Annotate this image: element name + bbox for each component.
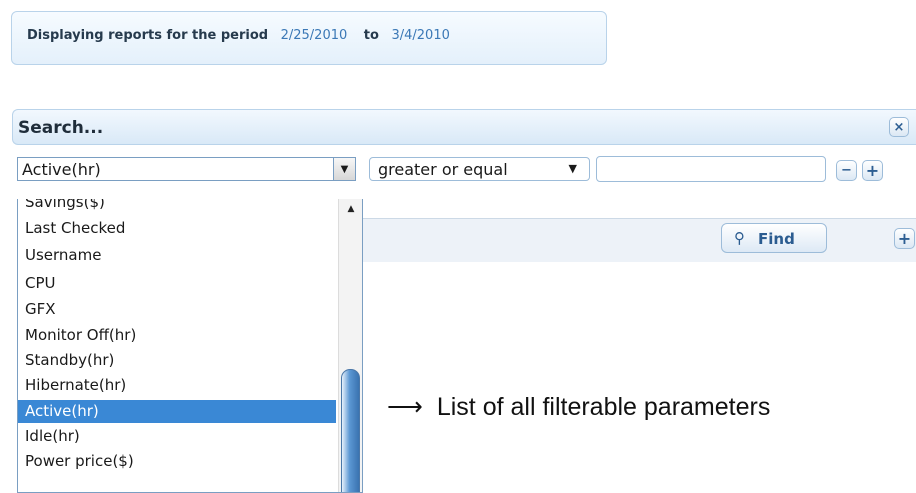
search-icon: ⚲	[734, 229, 745, 247]
plus-icon: +	[865, 160, 880, 180]
plus-icon: +	[897, 228, 912, 248]
dropdown-option[interactable]: Power price($)	[18, 450, 336, 473]
search-panel-header: Search... ×	[12, 109, 916, 145]
close-icon: ×	[893, 119, 905, 135]
add-filter-button[interactable]: +	[862, 160, 883, 181]
chevron-down-icon[interactable]: ▼	[333, 158, 355, 180]
callout-text: List of all filterable parameters	[436, 393, 771, 421]
dropdown-option[interactable]: Idle(hr)	[18, 425, 336, 448]
dropdown-option-selected[interactable]: Active(hr)	[18, 400, 336, 423]
period-end-date: 3/4/2010	[391, 28, 450, 43]
find-button-label: Find	[758, 230, 795, 248]
dropdown-option[interactable]: Monitor Off(hr)	[18, 324, 336, 347]
period-row: Displaying reports for the period 2/25/2…	[27, 28, 462, 43]
arrow-right-icon: ⟶	[387, 393, 423, 421]
dropdown-scrollbar[interactable]: ▲	[338, 199, 362, 492]
filter-value-input[interactable]	[596, 156, 826, 182]
chevron-down-icon: ▼	[568, 162, 577, 175]
filter-row: Active(hr) ▼ greater or equal ▼ − +	[0, 147, 916, 197]
find-button[interactable]: ⚲ Find	[721, 223, 827, 253]
dropdown-option[interactable]: Username	[18, 244, 336, 267]
find-bar: ⚲ Find +	[360, 218, 916, 262]
minus-icon: −	[841, 163, 852, 178]
add-group-button[interactable]: +	[894, 228, 915, 249]
field-select[interactable]: Active(hr) ▼	[17, 157, 356, 181]
dropdown-option[interactable]: GFX	[18, 298, 336, 321]
period-connector: to	[363, 28, 379, 43]
field-dropdown-list[interactable]: Savings($) Last Checked Username CPU GFX…	[17, 199, 363, 493]
dropdown-option[interactable]: Savings($)	[18, 199, 336, 214]
search-title: Search...	[18, 118, 104, 138]
scroll-thumb[interactable]	[341, 369, 360, 492]
period-banner: Displaying reports for the period 2/25/2…	[11, 11, 607, 65]
dropdown-option[interactable]: Hibernate(hr)	[18, 374, 336, 397]
field-select-value: Active(hr)	[22, 160, 101, 179]
period-prefix: Displaying reports for the period	[27, 28, 269, 43]
close-search-button[interactable]: ×	[889, 117, 909, 137]
dropdown-option[interactable]: Standby(hr)	[18, 349, 336, 372]
scroll-up-icon[interactable]: ▲	[339, 199, 362, 219]
remove-filter-button[interactable]: −	[836, 160, 857, 181]
operator-select[interactable]: greater or equal ▼	[369, 157, 590, 181]
callout-annotation: ⟶ List of all filterable parameters	[387, 392, 770, 422]
dropdown-option[interactable]: Last Checked	[18, 217, 336, 240]
operator-select-value: greater or equal	[378, 160, 508, 179]
dropdown-option[interactable]: CPU	[18, 272, 336, 295]
period-start-date: 2/25/2010	[280, 28, 348, 43]
